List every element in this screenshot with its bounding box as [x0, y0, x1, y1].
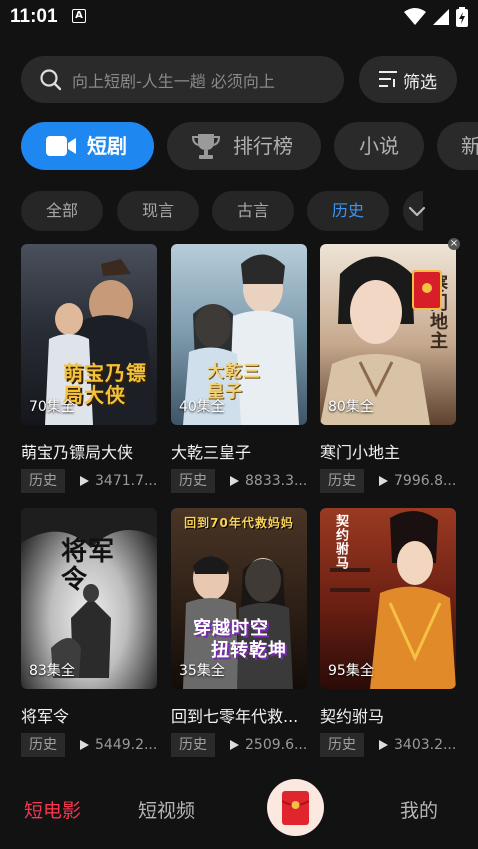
search-bar[interactable]: 向上短剧-人生一趟 必须向上	[21, 56, 344, 103]
chevron-down-icon[interactable]	[406, 200, 428, 222]
tab-ranking[interactable]: 排行榜	[167, 122, 321, 170]
tab-novel[interactable]: 小说	[334, 122, 424, 170]
genre-tag: 历史	[320, 733, 364, 757]
bottom-tab-bar: 短电影 短视频 我的	[0, 770, 478, 849]
play-icon	[379, 740, 388, 750]
red-envelope-icon	[282, 791, 309, 825]
tab-short-drama[interactable]: 短剧	[21, 122, 154, 170]
drama-title: 萌宝乃镖局大侠	[21, 443, 134, 462]
poster-title-top: 回到70年代救妈妈	[184, 516, 294, 530]
drama-title: 将军令	[21, 707, 70, 726]
genre-modern-romance[interactable]: 现言	[117, 191, 199, 231]
genre-tag: 历史	[171, 469, 215, 493]
category-tabs: 短剧 排行榜 小说 新	[21, 122, 478, 170]
episode-count: 70集全	[29, 399, 75, 415]
tab-short-film[interactable]: 短电影	[24, 796, 81, 823]
filter-button[interactable]: 筛选	[359, 56, 457, 103]
play-icon	[379, 476, 388, 486]
episode-count: 83集全	[29, 663, 75, 679]
battery-icon	[456, 7, 468, 27]
drama-poster[interactable]: 回到70年代救妈妈 穿越时空 扭转乾坤 35集全	[171, 508, 307, 689]
play-icon	[80, 740, 89, 750]
view-count: 2509.6...	[228, 733, 307, 757]
tab-label: 排行榜	[233, 134, 293, 158]
drama-poster[interactable]: 将军令 83集全	[21, 508, 157, 689]
episode-count: 40集全	[179, 399, 225, 415]
status-bar: 11:01 A	[0, 0, 478, 34]
tab-mine[interactable]: 我的	[400, 796, 438, 823]
drama-title: 寒门小地主	[320, 443, 401, 462]
red-envelope-float[interactable]	[412, 270, 442, 310]
view-count: 5449.2...	[78, 733, 157, 757]
view-count: 3403.2...	[377, 733, 456, 757]
genre-tag: 历史	[320, 469, 364, 493]
tab-short-video[interactable]: 短视频	[138, 796, 195, 823]
trophy-icon	[191, 134, 221, 159]
view-count-text: 2509.6...	[245, 737, 308, 753]
view-count-text: 3471.7...	[95, 473, 158, 489]
tab-label: 小说	[359, 134, 399, 158]
red-envelope-icon	[422, 283, 432, 293]
genre-tag: 历史	[171, 733, 215, 757]
poster-title: 将军令	[61, 537, 116, 595]
genre-tag: 历史	[21, 469, 65, 493]
play-icon	[230, 740, 239, 750]
filter-icon	[379, 71, 397, 87]
drama-poster[interactable]: 萌宝乃镖局大侠 70集全	[21, 244, 157, 425]
poster-title: 契约驸马	[333, 514, 348, 570]
drama-title: 契约驸马	[320, 707, 385, 726]
episode-count: 80集全	[328, 399, 374, 415]
filter-label: 筛选	[403, 73, 437, 93]
episode-count: 35集全	[179, 663, 225, 679]
drama-poster[interactable]: 大乾三皇子 40集全	[171, 244, 307, 425]
view-count: 7996.8...	[377, 469, 456, 493]
video-camera-icon	[46, 136, 76, 156]
view-count-text: 5449.2...	[95, 737, 158, 753]
play-icon	[230, 476, 239, 486]
play-icon	[80, 476, 89, 486]
genre-ancient-romance[interactable]: 古言	[212, 191, 294, 231]
poster-title: 萌宝乃镖局大侠	[63, 361, 147, 407]
red-envelope-button[interactable]	[267, 779, 324, 836]
tab-new[interactable]: 新	[437, 122, 478, 170]
view-count: 8833.3...	[228, 469, 307, 493]
drama-poster[interactable]: 契约驸马 95集全	[320, 508, 456, 689]
view-count: 3471.7...	[78, 469, 157, 493]
notification-icon: A	[72, 9, 86, 23]
close-icon[interactable]: ×	[448, 238, 460, 250]
episode-count: 95集全	[328, 663, 374, 679]
status-icons	[404, 7, 468, 27]
view-count-text: 8833.3...	[245, 473, 308, 489]
drama-title: 大乾三皇子	[171, 443, 252, 462]
search-placeholder: 向上短剧-人生一趟 必须向上	[72, 72, 275, 91]
poster-title-bottom: 扭转乾坤	[211, 640, 287, 661]
tab-label: 短剧	[87, 134, 127, 158]
genre-tag: 历史	[21, 733, 65, 757]
view-count-text: 7996.8...	[394, 473, 457, 489]
tab-label: 新	[461, 134, 478, 158]
status-time: 11:01	[10, 6, 58, 27]
wifi-icon	[404, 8, 426, 25]
genre-history[interactable]: 历史	[307, 191, 389, 231]
search-icon	[40, 69, 62, 91]
view-count-text: 3403.2...	[394, 737, 457, 753]
signal-icon	[433, 9, 449, 25]
genre-all[interactable]: 全部	[21, 191, 103, 231]
drama-title: 回到七零年代救...	[171, 707, 299, 726]
